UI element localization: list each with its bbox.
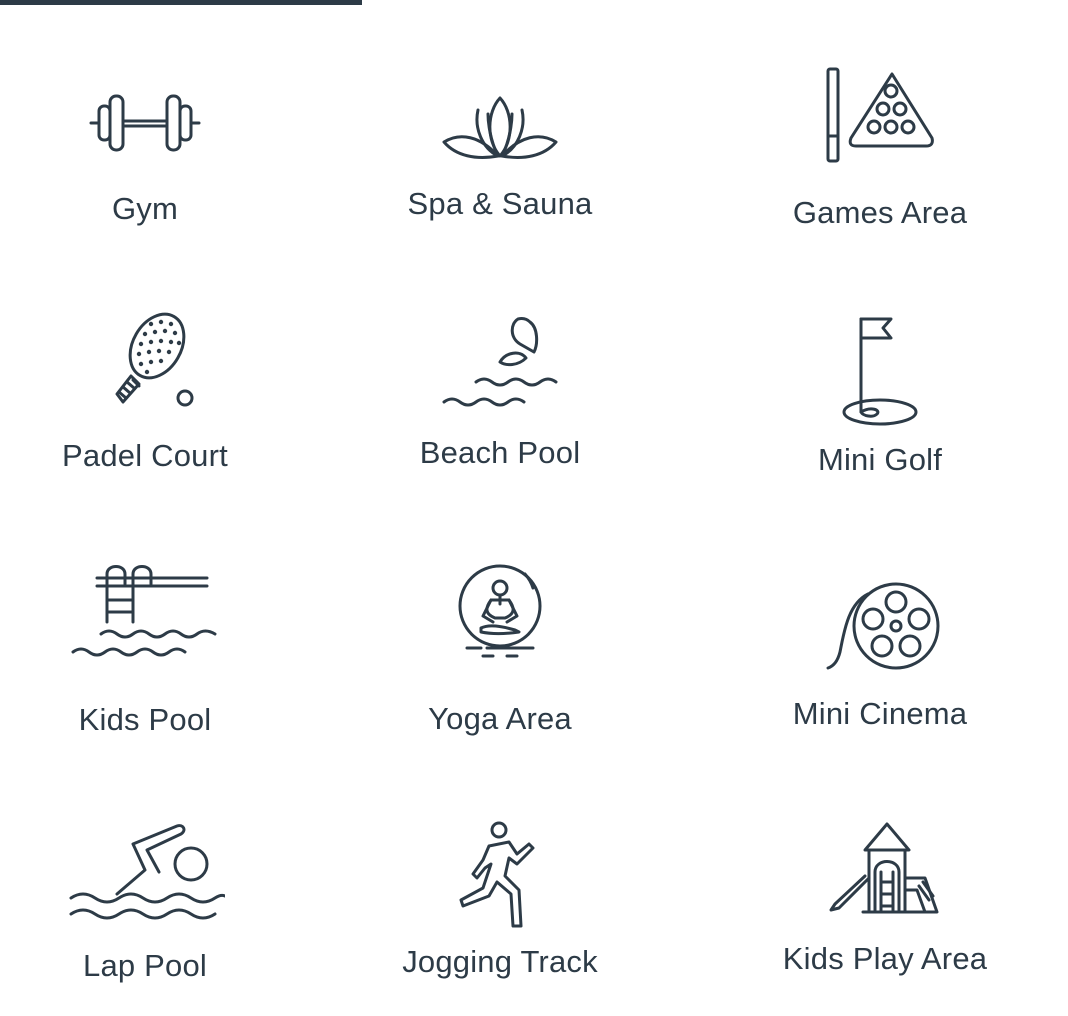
padel-racket-icon	[115, 312, 194, 407]
amenity-label: Yoga Area	[428, 701, 572, 736]
amenity-label: Kids Pool	[78, 702, 212, 737]
lotus-icon	[442, 96, 558, 159]
amenity-label: Spa & Sauna	[407, 186, 593, 221]
amenity-yoga-area: Yoga Area	[390, 562, 610, 737]
amenity-gym: Gym	[70, 88, 220, 227]
amenity-kids-play-area: Kids Play Area	[760, 820, 1010, 977]
top-rule	[0, 0, 362, 5]
amenity-label: Kids Play Area	[782, 941, 988, 976]
dumbbell-icon	[89, 94, 201, 152]
billiards-icon	[826, 67, 934, 163]
film-reel-icon	[826, 582, 940, 670]
beach-pool-icon	[442, 316, 558, 407]
amenity-mini-golf: Mini Golf	[770, 316, 990, 478]
amenity-padel-court: Padel Court	[40, 310, 250, 474]
amenity-label: Mini Golf	[817, 442, 943, 477]
golf-flag-icon	[842, 317, 918, 426]
amenity-jogging-track: Jogging Track	[380, 820, 620, 980]
runner-icon	[459, 821, 535, 928]
amenity-spa-sauna: Spa & Sauna	[390, 96, 610, 222]
amenity-label: Beach Pool	[419, 435, 581, 470]
amenity-label: Gym	[111, 191, 179, 226]
amenity-lap-pool: Lap Pool	[40, 818, 250, 984]
amenity-label: Jogging Track	[402, 944, 598, 979]
amenity-mini-cinema: Mini Cinema	[770, 582, 990, 732]
amenity-kids-pool: Kids Pool	[40, 564, 250, 738]
playground-icon	[829, 822, 939, 914]
amenity-games-area: Games Area	[770, 66, 990, 231]
pool-ladder-icon	[71, 565, 217, 657]
yoga-icon	[458, 564, 542, 658]
amenity-beach-pool: Beach Pool	[390, 316, 610, 471]
amenity-label: Lap Pool	[83, 948, 207, 983]
amenity-label: Padel Court	[62, 438, 228, 473]
swimmer-icon	[69, 824, 225, 920]
amenity-label: Games Area	[792, 195, 968, 230]
amenity-label: Mini Cinema	[792, 696, 968, 731]
